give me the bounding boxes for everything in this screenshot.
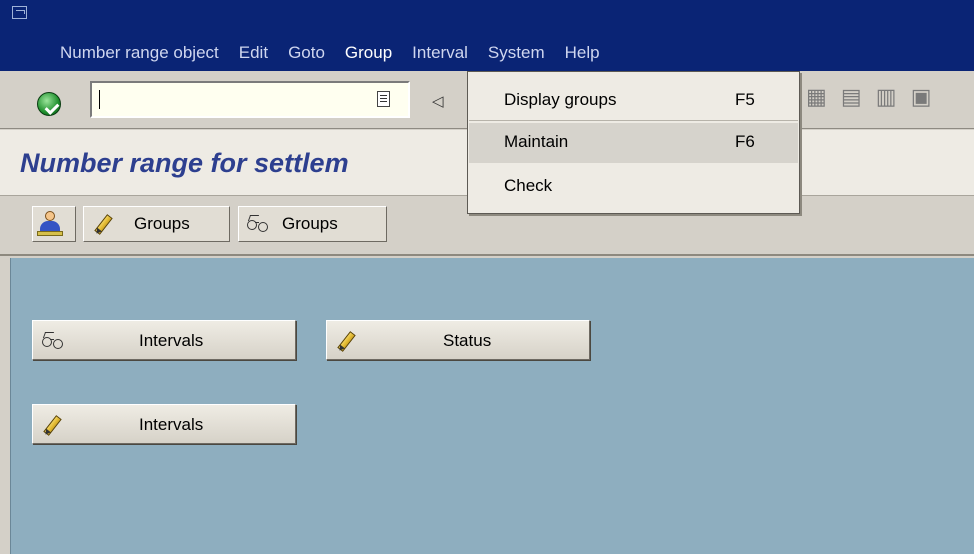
enter-button[interactable] xyxy=(32,87,66,121)
menu-number-range-object[interactable]: Number range object xyxy=(60,43,219,63)
checkmark-icon xyxy=(37,92,61,116)
menu-help[interactable]: Help xyxy=(565,43,600,63)
change-intervals-label: Intervals xyxy=(139,415,204,434)
sap-window: Number range object Edit Goto Group Inte… xyxy=(0,0,974,554)
menu-item-maintain[interactable]: Maintain F6 xyxy=(469,123,798,163)
menu-separator xyxy=(469,120,798,121)
system-menu-icon[interactable] xyxy=(12,6,27,19)
page-title-start: Number range for settlem xyxy=(20,148,349,178)
display-groups-label: Display groups xyxy=(504,90,617,109)
menu-group[interactable]: Group xyxy=(345,43,392,63)
menu-goto[interactable]: Goto xyxy=(288,43,325,63)
change-groups-label: Groups xyxy=(134,214,190,233)
group-dropdown-menu: Display groups F5 Maintain F6 Check xyxy=(467,71,800,214)
change-intervals-button[interactable]: Intervals xyxy=(32,404,296,444)
maintain-shortcut: F6 xyxy=(735,132,755,151)
toolbar-icons-group: ▦ ▤ ▥ ▣ xyxy=(806,84,936,109)
menu-interval[interactable]: Interval xyxy=(412,43,468,63)
maintain-label: Maintain xyxy=(504,132,569,151)
change-status-label: Status xyxy=(443,331,492,350)
change-status-button[interactable]: Status xyxy=(326,320,590,360)
pencil-icon xyxy=(41,414,63,436)
pencil-icon xyxy=(92,213,114,235)
menu-item-display-groups[interactable]: Display groups F5 xyxy=(469,81,798,121)
display-groups-label: Groups xyxy=(282,214,338,233)
left-arrow-icon[interactable]: ◁ xyxy=(432,92,444,110)
menu-edit[interactable]: Edit xyxy=(239,43,268,63)
glasses-icon xyxy=(246,213,272,235)
menu-bar: Number range object Edit Goto Group Inte… xyxy=(0,0,974,71)
person-icon xyxy=(35,209,65,239)
display-groups-button[interactable]: Groups xyxy=(238,206,387,242)
glasses-icon xyxy=(41,330,63,352)
change-groups-button[interactable]: Groups xyxy=(83,206,230,242)
history-icon[interactable] xyxy=(377,91,390,107)
person-button[interactable] xyxy=(32,206,76,242)
display-intervals-label: Intervals xyxy=(139,331,204,350)
display-groups-shortcut: F5 xyxy=(735,90,755,109)
display-intervals-button[interactable]: Intervals xyxy=(32,320,296,360)
text-caret xyxy=(99,90,100,109)
menu-system[interactable]: System xyxy=(488,43,545,63)
command-field[interactable] xyxy=(90,81,410,118)
check-label: Check xyxy=(504,176,553,195)
menu-item-check[interactable]: Check xyxy=(469,167,798,207)
menu-items: Number range object Edit Goto Group Inte… xyxy=(60,43,620,63)
pencil-icon xyxy=(335,330,357,352)
